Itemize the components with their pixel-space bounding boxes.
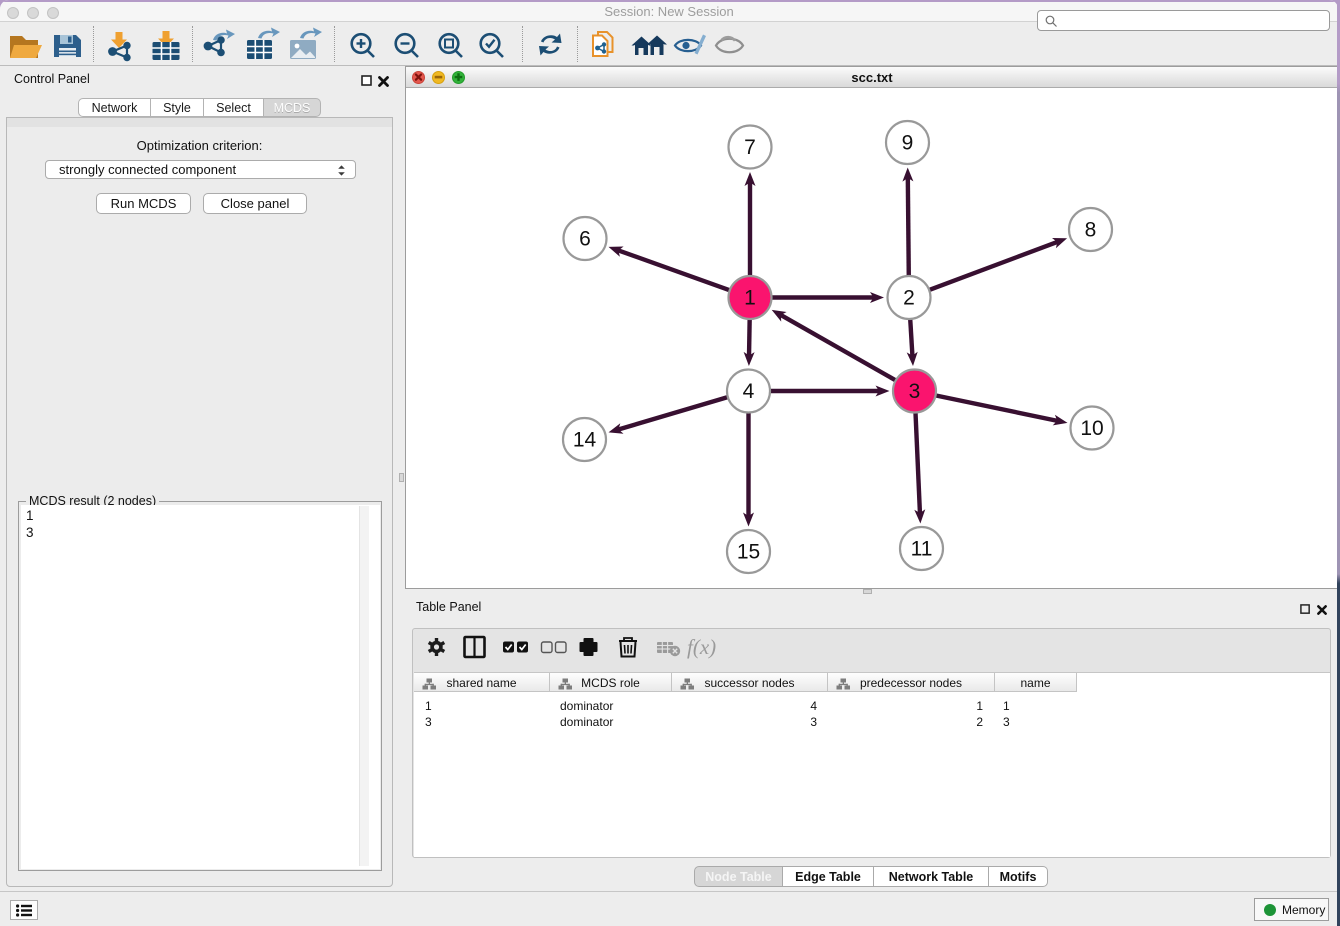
svg-text:7: 7 [744,136,756,159]
svg-text:15: 15 [737,541,760,564]
svg-text:11: 11 [911,538,933,561]
svg-text:14: 14 [573,429,597,452]
svg-text:8: 8 [1085,219,1097,242]
svg-text:3: 3 [909,380,921,403]
svg-text:1: 1 [744,287,756,310]
svg-text:6: 6 [579,228,591,251]
svg-text:2: 2 [903,287,915,310]
svg-text:10: 10 [1080,417,1103,440]
svg-text:4: 4 [743,380,755,403]
svg-text:9: 9 [902,132,914,155]
svg-text:f(x): f(x) [687,635,716,659]
